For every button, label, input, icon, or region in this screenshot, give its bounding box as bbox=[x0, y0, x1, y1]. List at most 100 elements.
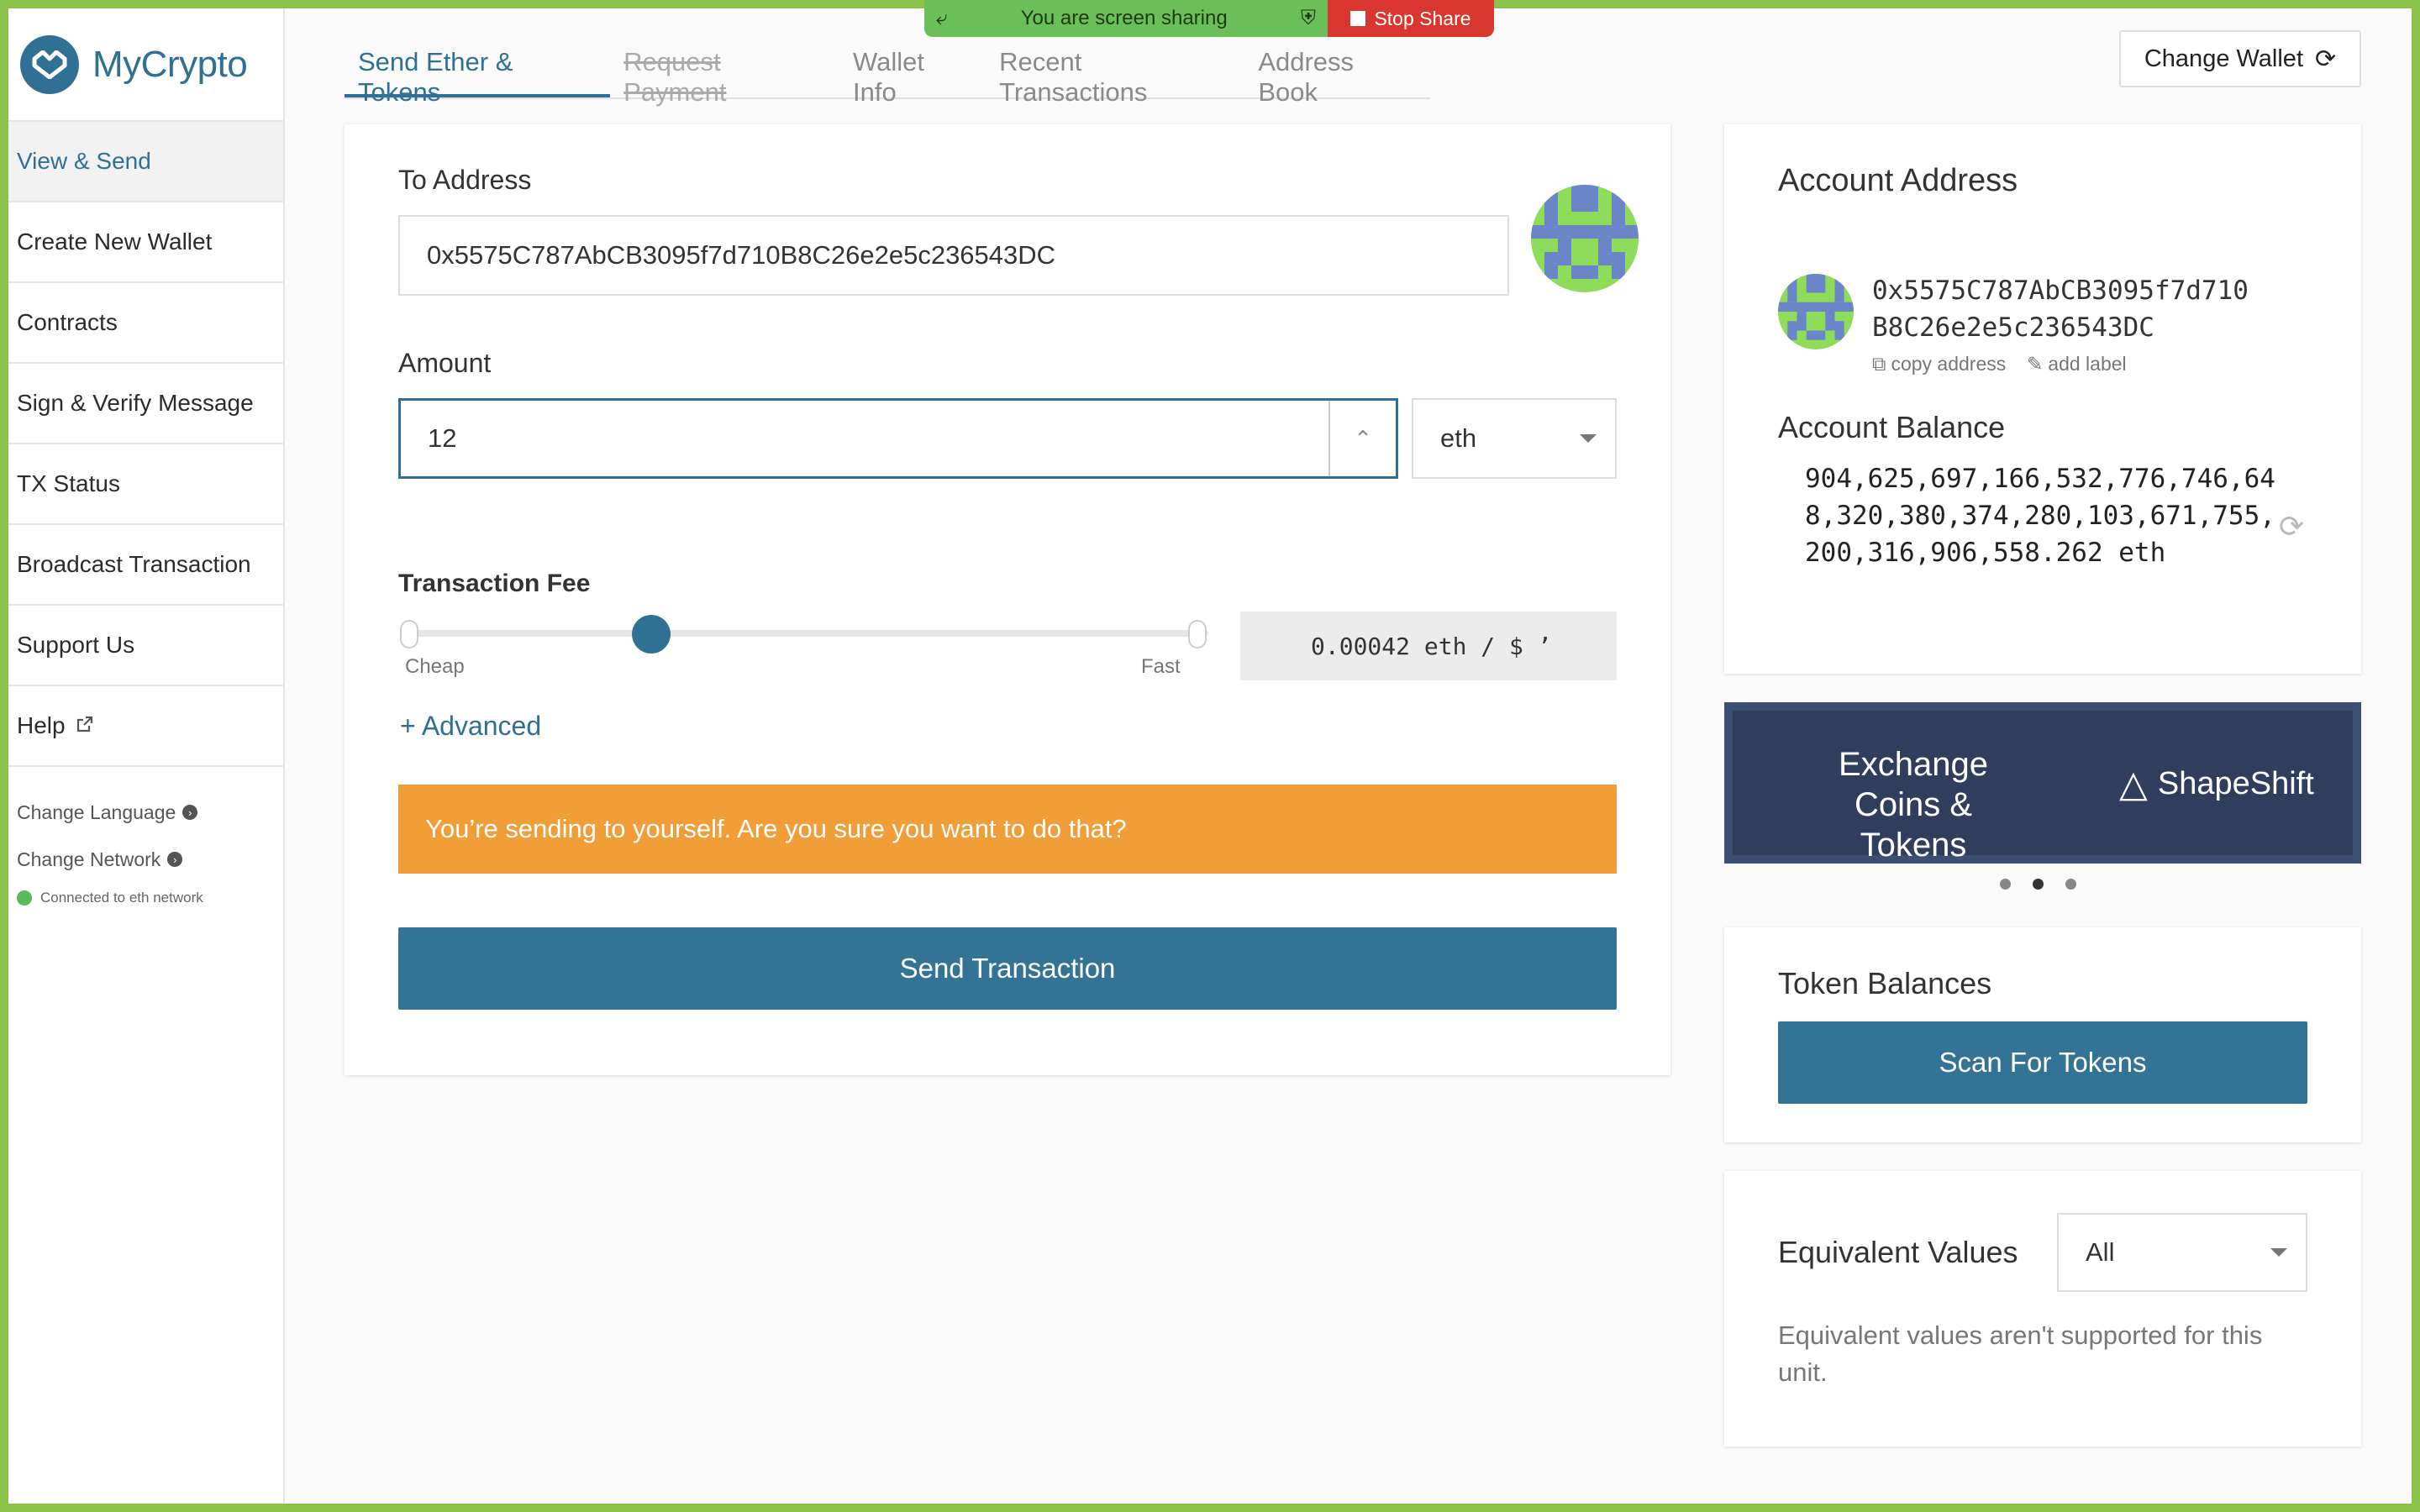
warning-text: You’re sending to yourself. Are you sure… bbox=[425, 814, 1127, 843]
arrow-right-icon: › bbox=[182, 805, 198, 820]
mycrypto-logo-icon bbox=[20, 34, 79, 94]
sidebar-item-label: Create New Wallet bbox=[17, 228, 213, 255]
carousel-dot[interactable] bbox=[2065, 879, 2076, 890]
equivalent-values-select[interactable]: All bbox=[2057, 1213, 2307, 1292]
account-address-line1: 0x5575C787AbCB3095f7d710 bbox=[1872, 276, 2249, 306]
fee-display: 0.00042 eth / $ ʼ bbox=[1240, 612, 1617, 680]
screen-share-bar: ⤶ You are screen sharing ⛨ Stop Share bbox=[924, 0, 1494, 37]
tab-request-payment: Request Payment bbox=[623, 47, 727, 107]
advanced-toggle[interactable]: + Advanced bbox=[400, 711, 541, 742]
unit-select[interactable]: eth bbox=[1412, 398, 1617, 479]
scan-tokens-button[interactable]: Scan For Tokens bbox=[1778, 1021, 2307, 1104]
logo-text: MyCrypto bbox=[92, 43, 248, 85]
stop-share-button[interactable]: Stop Share bbox=[1328, 0, 1494, 37]
equivalent-values-card: Equivalent Values All Equivalent values … bbox=[1724, 1171, 2361, 1446]
shapeshift-logo: △ ShapeShift bbox=[2119, 763, 2314, 806]
carousel-dot-active[interactable] bbox=[2033, 879, 2044, 890]
max-amount-button[interactable]: ⌃ bbox=[1328, 401, 1396, 476]
fee-slider-track[interactable] bbox=[410, 630, 1208, 637]
sidebar-item-support[interactable]: Support Us bbox=[8, 606, 283, 686]
account-address: 0x5575C787AbCB3095f7d710 B8C26e2e5c23654… bbox=[1872, 272, 2249, 346]
copy-icon: ⧉ bbox=[1872, 353, 1886, 375]
identicon bbox=[1531, 185, 1639, 292]
to-address-value: 0x5575C787AbCB3095f7d710B8C26e2e5c236543… bbox=[427, 240, 1056, 270]
amount-label: Amount bbox=[398, 348, 492, 378]
change-network-label: Change Network bbox=[17, 848, 161, 870]
sidebar-item-tx-status[interactable]: TX Status bbox=[8, 444, 283, 525]
send-transaction-button[interactable]: Send Transaction bbox=[398, 927, 1617, 1010]
shield-icon: ⛨ bbox=[1301, 7, 1316, 29]
promo-brand: ShapeShift bbox=[2157, 766, 2314, 801]
tab-send-ether-tokens[interactable]: Send Ether & Tokens bbox=[345, 34, 611, 107]
equivalent-select-value: All bbox=[2086, 1237, 2115, 1267]
sidebar-item-label: Help bbox=[17, 712, 66, 738]
external-link-icon bbox=[76, 712, 94, 739]
arrow-right-icon: › bbox=[167, 852, 183, 867]
tab-recent-transactions[interactable]: Recent Transactions bbox=[986, 34, 1244, 107]
sidebar-item-label: Support Us bbox=[17, 632, 135, 658]
fee-slider-handle[interactable] bbox=[632, 615, 671, 654]
sidebar-item-label: TX Status bbox=[17, 470, 120, 496]
refresh-icon: ⟳ bbox=[2315, 45, 2337, 73]
sidebar-item-label: Sign & Verify Message bbox=[17, 390, 254, 416]
sidebar: MyCrypto View & Send Create New Wallet C… bbox=[8, 8, 285, 1504]
sidebar-item-view-send[interactable]: View & Send bbox=[8, 122, 283, 202]
refresh-balance-icon[interactable]: ⟳ bbox=[2279, 509, 2304, 544]
token-balances-title: Token Balances bbox=[1778, 966, 1992, 1000]
change-language-label: Change Language bbox=[17, 801, 176, 823]
pencil-icon: ✎ bbox=[2027, 353, 2044, 375]
send-card: To Address 0x5575C787AbCB3095f7d710B8C26… bbox=[345, 124, 1670, 1075]
fox-icon: △ bbox=[2119, 764, 2148, 805]
sidebar-item-create-wallet[interactable]: Create New Wallet bbox=[8, 202, 283, 283]
fee-slider-min bbox=[400, 620, 418, 648]
shapeshift-promo[interactable]: Exchange Coins & Tokens △ ShapeShift bbox=[1724, 702, 2361, 864]
tab-wallet-info[interactable]: Wallet Info bbox=[839, 34, 986, 107]
unit-value: eth bbox=[1440, 423, 1477, 453]
amount-input[interactable]: 12 ⌃ bbox=[398, 398, 1398, 479]
sidebar-item-broadcast[interactable]: Broadcast Transaction bbox=[8, 525, 283, 606]
account-card: Account Address 0x5575C787AbCB3095f7d710… bbox=[1724, 124, 2361, 674]
fee-slider-max bbox=[1188, 620, 1207, 648]
screen-share-status: ⤶ You are screen sharing ⛨ bbox=[924, 0, 1328, 37]
account-address-title: Account Address bbox=[1778, 163, 2018, 198]
sidebar-item-label: Contracts bbox=[17, 309, 118, 335]
tab-address-book[interactable]: Address Book bbox=[1244, 34, 1430, 107]
stop-share-label: Stop Share bbox=[1374, 7, 1471, 29]
screen-share-text: You are screen sharing bbox=[1020, 7, 1228, 29]
equivalent-values-note: Equivalent values aren't supported for t… bbox=[1778, 1320, 2263, 1387]
change-network-link[interactable]: Change Network › bbox=[8, 836, 283, 883]
token-balances-card: Token Balances Scan For Tokens bbox=[1724, 927, 2361, 1142]
chevron-down-icon bbox=[2270, 1248, 2287, 1257]
amount-value: 12 bbox=[428, 423, 457, 453]
account-balance-value: 904,625,697,166,532,776,746,648,320,380,… bbox=[1805, 464, 2275, 568]
copy-address-label: copy address bbox=[1891, 353, 2007, 375]
fee-fast-label: Fast bbox=[1141, 655, 1181, 678]
double-chevron-up-icon: ⌃ bbox=[1354, 425, 1372, 451]
account-address-line2: B8C26e2e5c236543DC bbox=[1872, 312, 2154, 343]
change-wallet-label: Change Wallet bbox=[2144, 45, 2303, 72]
fee-value: 0.00042 eth / $ ʼ bbox=[1311, 632, 1552, 660]
account-identicon bbox=[1778, 274, 1854, 349]
network-status-text: Connected to eth network bbox=[40, 890, 203, 906]
sidebar-item-label: Broadcast Transaction bbox=[17, 551, 251, 577]
add-label-text: add label bbox=[2048, 353, 2127, 375]
to-address-label: To Address bbox=[398, 165, 532, 195]
copy-address-link[interactable]: ⧉ copy address bbox=[1872, 353, 2006, 375]
sidebar-item-sign-verify[interactable]: Sign & Verify Message bbox=[8, 364, 283, 444]
add-label-link[interactable]: ✎ add label bbox=[2027, 353, 2127, 375]
carousel-dot[interactable] bbox=[2000, 879, 2011, 890]
to-address-input[interactable]: 0x5575C787AbCB3095f7d710B8C26e2e5c236543… bbox=[398, 215, 1509, 296]
network-status: Connected to eth network bbox=[8, 890, 283, 906]
self-send-warning: You’re sending to yourself. Are you sure… bbox=[398, 785, 1617, 874]
account-balance-title: Account Balance bbox=[1778, 410, 2006, 444]
change-wallet-button[interactable]: Change Wallet ⟳ bbox=[2119, 30, 2361, 87]
fee-cheap-label: Cheap bbox=[405, 655, 465, 678]
logo[interactable]: MyCrypto bbox=[8, 8, 283, 122]
tab-bar: Send Ether & Tokens Request Payment Wall… bbox=[345, 34, 1430, 107]
transaction-fee-label: Transaction Fee bbox=[398, 570, 591, 597]
change-language-link[interactable]: Change Language › bbox=[8, 789, 283, 836]
sidebar-item-contracts[interactable]: Contracts bbox=[8, 283, 283, 364]
chevron-down-icon bbox=[1580, 434, 1597, 443]
stop-icon bbox=[1350, 11, 1366, 26]
sidebar-item-help[interactable]: Help bbox=[8, 686, 283, 767]
